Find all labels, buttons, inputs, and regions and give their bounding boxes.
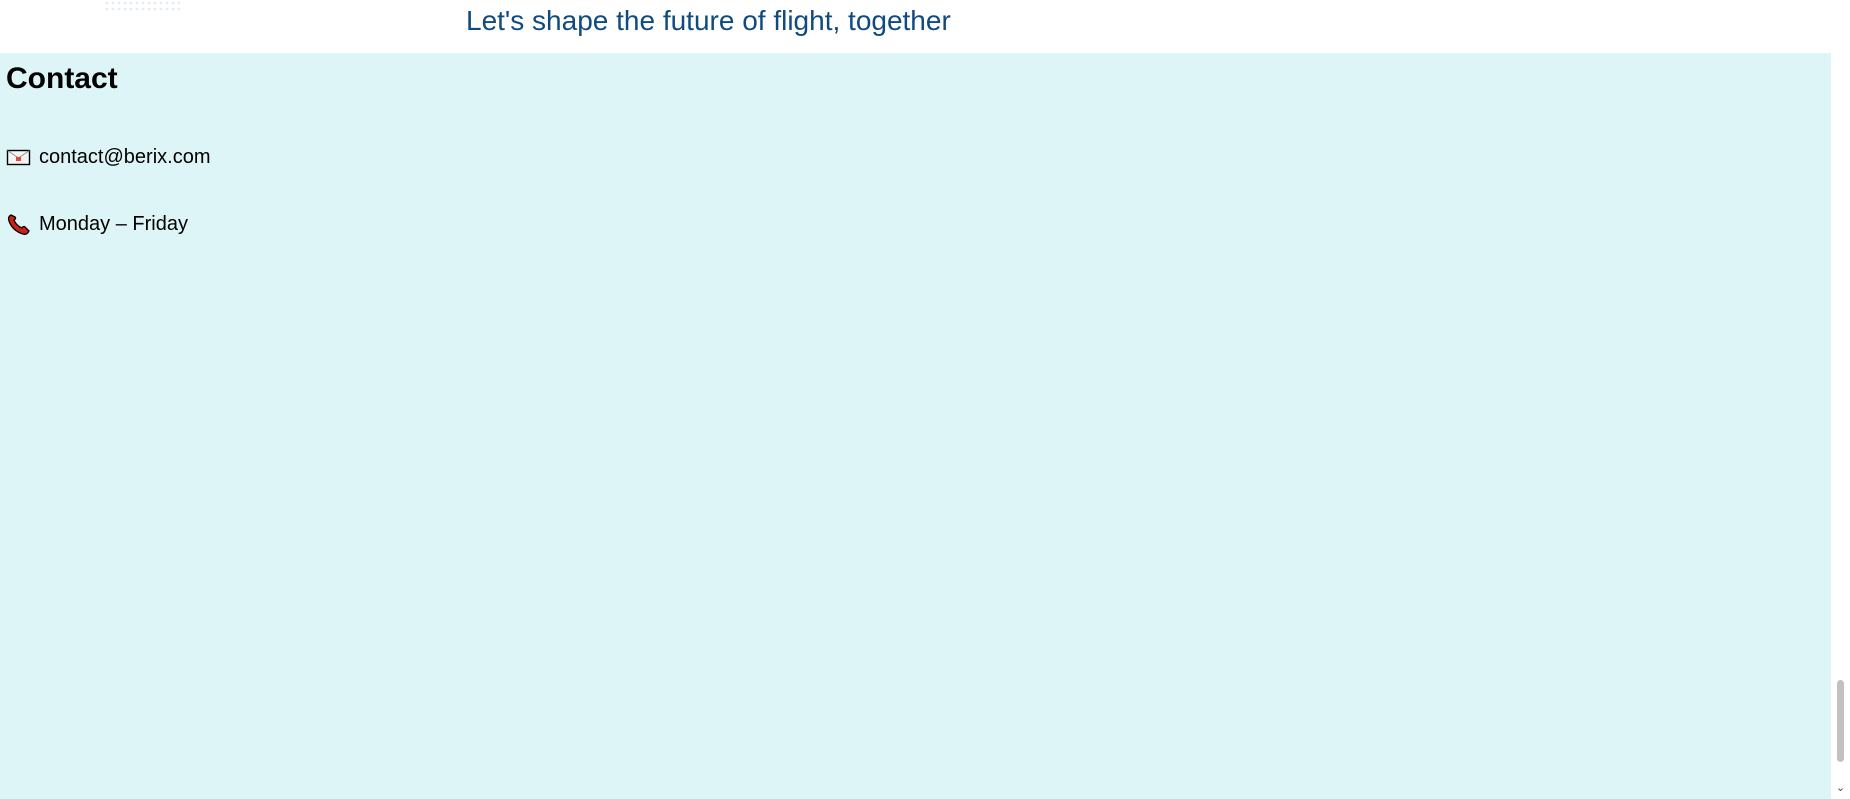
hero-bottom-band: Let's shape the future of flight, togeth…: [0, 0, 1831, 53]
contact-section: Contact contact@berix.com Monday – Frida…: [0, 53, 1831, 799]
telephone-icon: [6, 212, 32, 236]
tagline-heading: Let's shape the future of flight, togeth…: [466, 5, 951, 36]
envelope-icon: [6, 145, 32, 169]
contact-title: Contact: [6, 62, 118, 95]
scrollbar-thumb[interactable]: [1837, 680, 1844, 762]
contact-hours-text: Monday – Friday: [39, 212, 188, 235]
decorative-dot-pattern: [104, 0, 180, 14]
page: Let's shape the future of flight, togeth…: [0, 0, 1850, 799]
contact-hours-row: Monday – Friday: [6, 212, 188, 236]
contact-email-row: contact@berix.com: [6, 145, 210, 169]
chevron-down-icon[interactable]: ⌄: [1835, 783, 1846, 794]
vertical-scrollbar[interactable]: ⌄: [1831, 0, 1850, 799]
contact-email-link[interactable]: contact@berix.com: [39, 146, 210, 169]
